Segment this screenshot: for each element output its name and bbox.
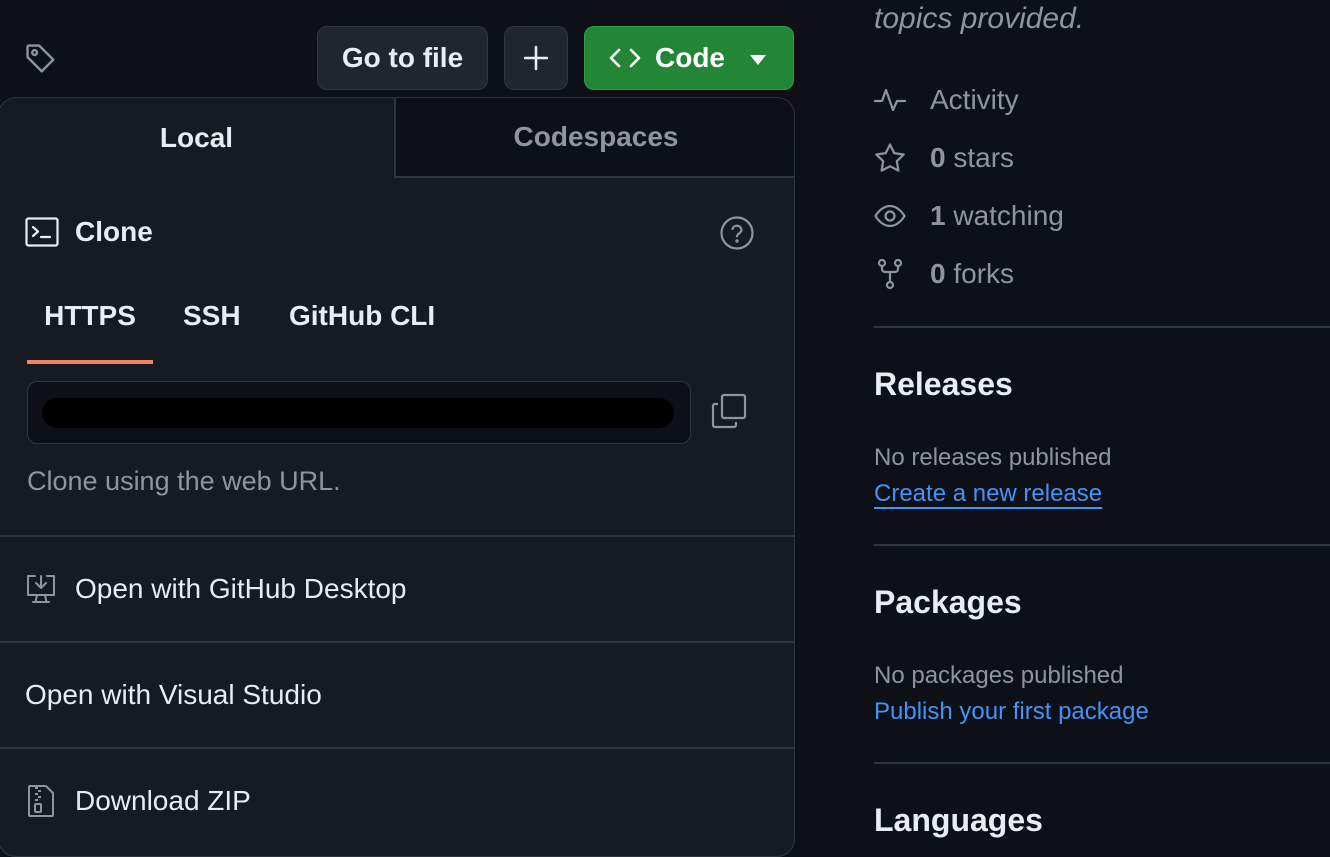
forks-link[interactable]: 0 forks (874, 258, 1014, 290)
protocol-tab-ssh[interactable]: SSH (183, 296, 241, 364)
watching-label: watching (953, 200, 1064, 231)
open-with-github-desktop-label: Open with GitHub Desktop (75, 573, 407, 604)
go-to-file-label: Go to file (341, 42, 464, 73)
clone-header: Clone (25, 216, 153, 248)
tab-local[interactable]: Local (0, 98, 394, 178)
releases-heading[interactable]: Releases (874, 366, 1013, 403)
tab-local-label: Local (159, 122, 234, 153)
clone-title: Clone (75, 216, 153, 247)
stars-label: stars (953, 142, 1015, 173)
go-to-file-button[interactable]: Go to file (317, 26, 488, 90)
clone-url-field[interactable] (27, 381, 691, 444)
activity-label: Activity (930, 84, 1019, 115)
pulse-icon (874, 84, 906, 116)
code-dropdown-panel: Local Codespaces Clone HTTPS SSH GitHub … (0, 97, 795, 857)
publish-package-link[interactable]: Publish your first package (874, 698, 1149, 726)
terminal-icon (25, 217, 59, 247)
open-with-visual-studio-label: Open with Visual Studio (25, 679, 322, 710)
forks-count: 0 (930, 258, 946, 289)
stars-link[interactable]: 0 stars (874, 142, 1014, 174)
divider (874, 544, 1330, 546)
packages-empty-text: No packages published (874, 662, 1124, 689)
open-with-github-desktop[interactable]: Open with GitHub Desktop (0, 537, 794, 641)
download-zip-label: Download ZIP (75, 785, 251, 816)
star-icon (874, 142, 906, 174)
clone-hint: Clone using the web URL. (27, 466, 341, 496)
divider (874, 326, 1330, 328)
desktop-download-icon (25, 573, 57, 605)
stars-count: 0 (930, 142, 946, 173)
eye-icon (874, 200, 906, 232)
tab-codespaces-label: Codespaces (513, 121, 679, 152)
question-icon[interactable] (719, 215, 755, 251)
plus-icon (523, 45, 549, 71)
tab-codespaces[interactable]: Codespaces (394, 98, 794, 178)
packages-heading[interactable]: Packages (874, 584, 1022, 621)
copy-icon[interactable] (711, 393, 747, 429)
protocol-tab-github-cli-label: GitHub CLI (289, 300, 436, 331)
divider (874, 762, 1330, 764)
triangle-down-icon (749, 54, 767, 66)
releases-empty-text: No releases published (874, 444, 1112, 471)
protocol-tab-ssh-label: SSH (183, 300, 241, 331)
about-topics-text: topics provided. (874, 2, 1085, 35)
open-with-visual-studio[interactable]: Open with Visual Studio (0, 643, 794, 747)
activity-link[interactable]: Activity (874, 84, 1019, 116)
code-button-label: Code (655, 42, 725, 73)
create-release-link[interactable]: Create a new release (874, 480, 1102, 508)
protocol-tab-https-label: HTTPS (44, 300, 136, 331)
redacted-url (42, 398, 674, 428)
code-button[interactable]: Code (584, 26, 794, 90)
languages-heading: Languages (874, 802, 1043, 838)
download-zip[interactable]: Download ZIP (0, 749, 794, 853)
file-zip-icon (25, 784, 57, 818)
forks-label: forks (953, 258, 1015, 289)
watching-count: 1 (930, 200, 946, 231)
watching-link[interactable]: 1 watching (874, 200, 1064, 232)
code-icon (609, 45, 641, 71)
protocol-tab-github-cli[interactable]: GitHub CLI (289, 296, 435, 364)
add-file-button[interactable] (504, 26, 568, 90)
protocol-tab-https[interactable]: HTTPS (27, 296, 153, 364)
repo-forked-icon (874, 258, 906, 290)
tag-icon (24, 42, 58, 76)
